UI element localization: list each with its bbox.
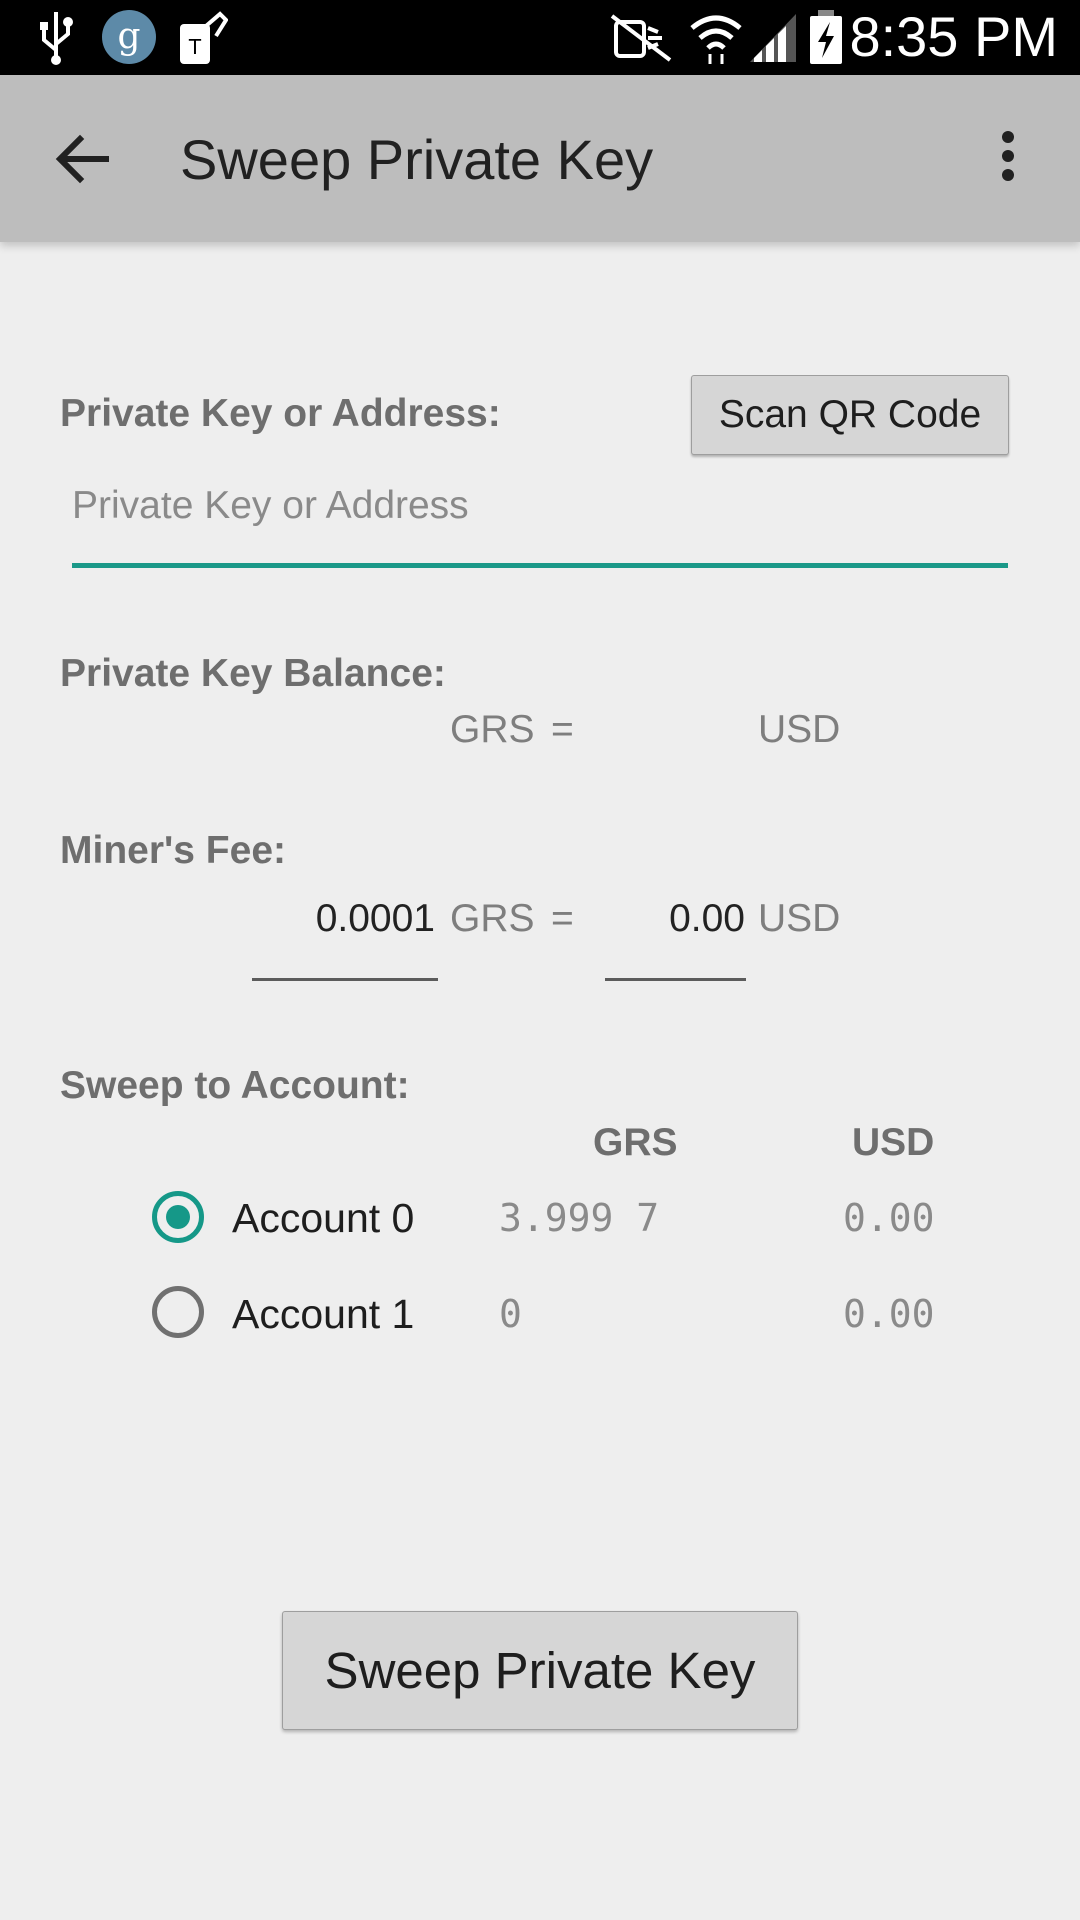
fee-grs-field[interactable]: 0.0001 bbox=[252, 897, 435, 941]
balance-grs-unit: GRS bbox=[450, 708, 535, 751]
status-time: 8:35 PM bbox=[849, 5, 1058, 68]
private-key-input[interactable]: Private Key or Address bbox=[72, 480, 1008, 568]
signal-icon bbox=[750, 14, 796, 62]
status-bar: g T 8:35 PM bbox=[0, 0, 1080, 75]
g-app-icon: g bbox=[102, 10, 156, 64]
sweep-to-account-label: Sweep to Account: bbox=[60, 1064, 410, 1107]
more-vert-icon bbox=[1002, 131, 1014, 181]
account-0-radio[interactable] bbox=[152, 1191, 204, 1243]
fee-grs-unit: GRS bbox=[450, 897, 535, 940]
balance-usd-unit: USD bbox=[758, 708, 841, 751]
svg-text:g: g bbox=[117, 16, 140, 57]
account-1-usd: 0.00 bbox=[843, 1292, 935, 1336]
fee-grs-underline bbox=[252, 978, 438, 981]
account-1-name: Account 1 bbox=[232, 1291, 415, 1337]
account-0-grs: 3.999 7 bbox=[499, 1196, 660, 1240]
battery-charging-icon bbox=[810, 10, 842, 64]
fee-usd-unit: USD bbox=[758, 897, 841, 940]
page-title: Sweep Private Key bbox=[180, 128, 654, 191]
mute-icon bbox=[610, 14, 672, 62]
overflow-menu-button[interactable] bbox=[980, 121, 1040, 201]
wifi-icon bbox=[690, 15, 742, 64]
private-key-label: Private Key or Address: bbox=[60, 392, 501, 435]
svg-text:T: T bbox=[188, 35, 202, 59]
fee-usd-underline bbox=[605, 978, 746, 981]
back-button[interactable] bbox=[40, 119, 130, 199]
balance-equals: = bbox=[551, 708, 574, 751]
tag-app-icon: T bbox=[180, 11, 228, 64]
fee-equals: = bbox=[551, 897, 574, 940]
account-1-radio[interactable] bbox=[152, 1286, 204, 1338]
fee-usd-field[interactable]: 0.00 bbox=[605, 897, 745, 941]
column-header-grs: GRS bbox=[593, 1121, 678, 1164]
sweep-private-key-button[interactable]: Sweep Private Key bbox=[282, 1611, 798, 1730]
usb-icon bbox=[40, 12, 73, 65]
arrow-left-icon bbox=[55, 134, 109, 184]
account-1-grs: 0 bbox=[499, 1292, 522, 1336]
scan-qr-button[interactable]: Scan QR Code bbox=[691, 375, 1009, 455]
account-0-usd: 0.00 bbox=[843, 1196, 935, 1240]
account-0-name: Account 0 bbox=[232, 1195, 415, 1241]
column-header-usd: USD bbox=[852, 1121, 935, 1164]
balance-label: Private Key Balance: bbox=[60, 652, 446, 695]
private-key-placeholder: Private Key or Address bbox=[72, 484, 469, 527]
app-toolbar: Sweep Private Key bbox=[0, 75, 1080, 242]
miner-fee-label: Miner's Fee: bbox=[60, 829, 287, 872]
